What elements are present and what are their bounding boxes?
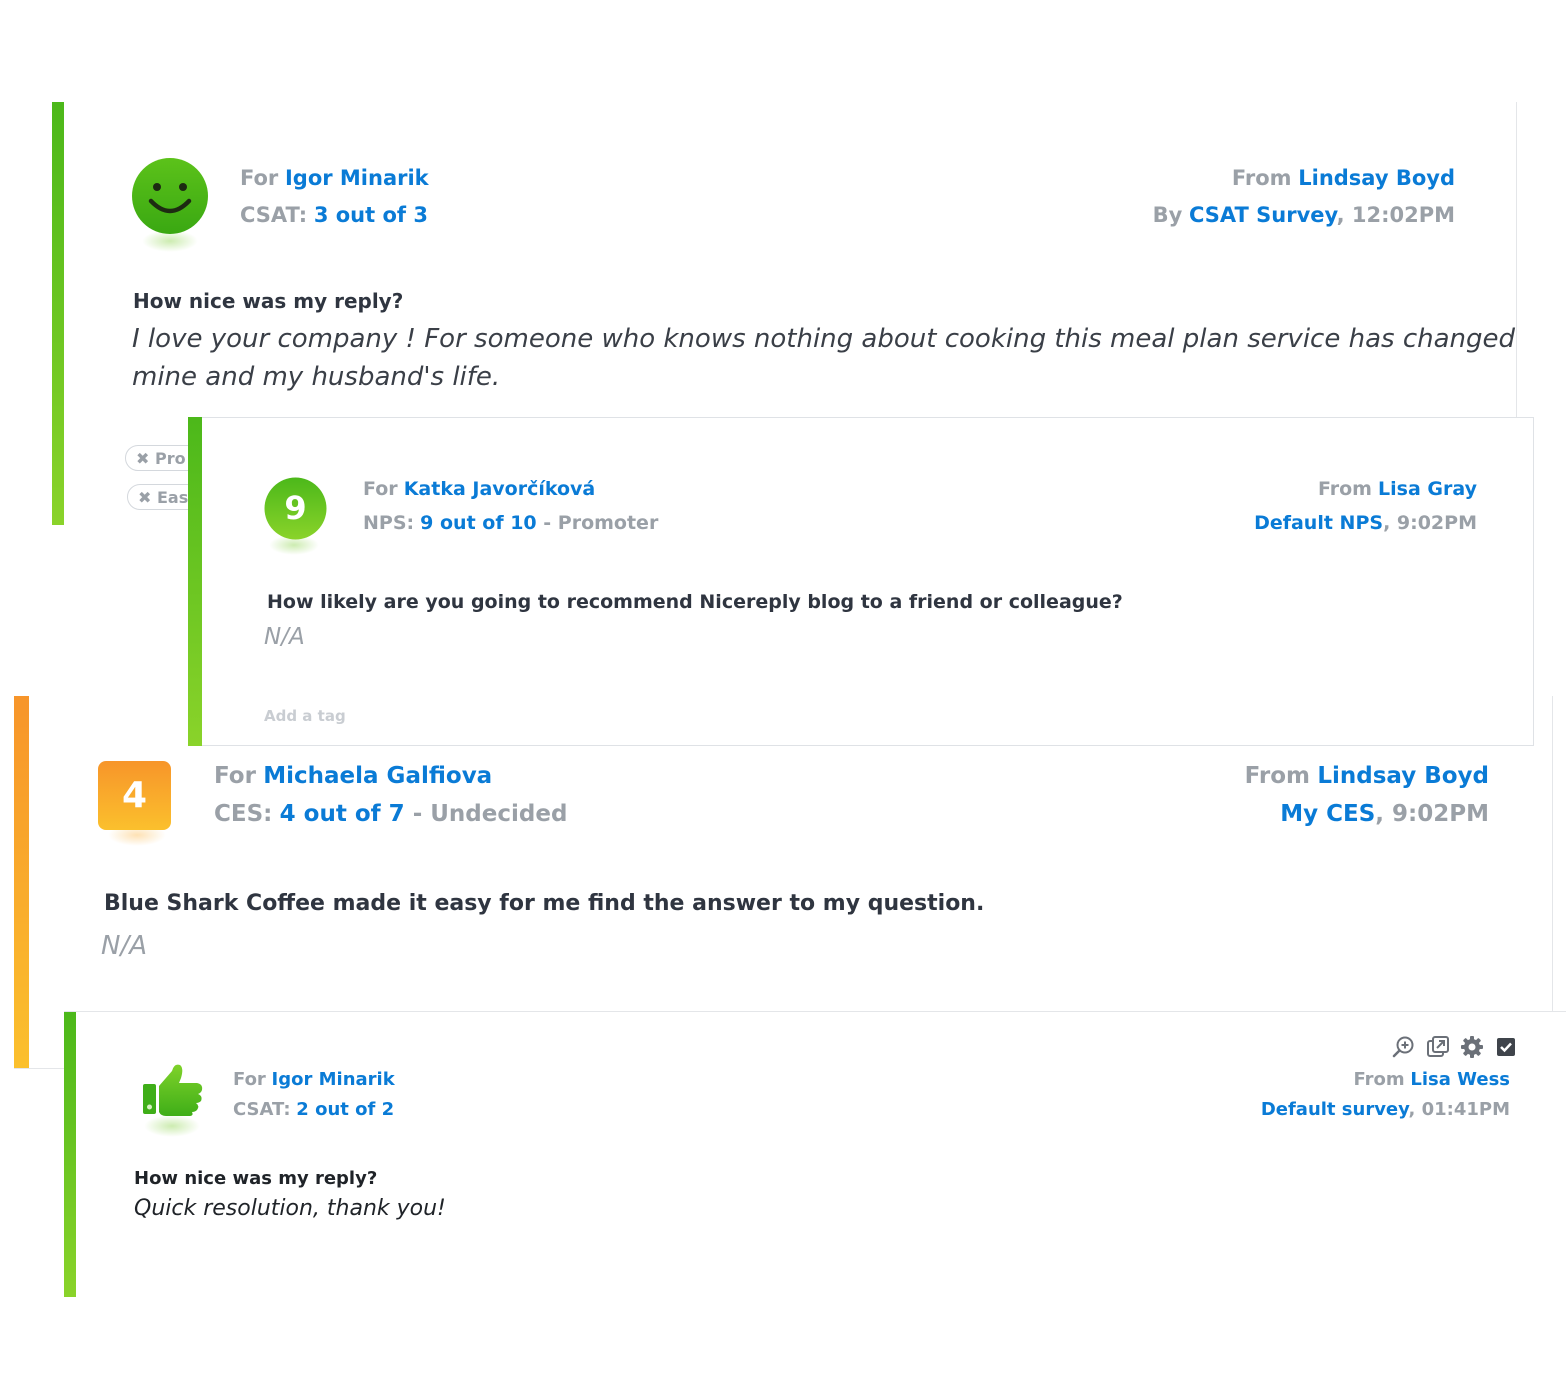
score-category: - Promoter xyxy=(536,512,659,534)
thumbs-up-icon xyxy=(143,1064,203,1116)
score-link[interactable]: 9 out of 10 xyxy=(420,512,537,534)
rating-color-bar xyxy=(188,417,202,746)
for-line: For Igor Minarik xyxy=(240,166,429,190)
agent-link[interactable]: Lisa Gray xyxy=(1378,478,1477,500)
agent-link[interactable]: Lisa Wess xyxy=(1410,1069,1510,1090)
rating-color-bar xyxy=(52,102,64,525)
answer-text: N/A xyxy=(101,931,147,961)
question-text: Blue Shark Coffee made it easy for me fi… xyxy=(104,891,985,916)
agent-link[interactable]: Lindsay Boyd xyxy=(1298,166,1455,190)
answer-line-2: mine and my husband's life. xyxy=(132,362,501,392)
survey-line: My CES, 9:02PM xyxy=(1280,801,1489,827)
gear-icon[interactable] xyxy=(1460,1035,1484,1059)
from-line: From Lindsay Boyd xyxy=(1231,166,1455,190)
rating-color-bar xyxy=(14,696,29,1068)
for-line: For Katka Javorčíková xyxy=(363,478,596,500)
smiley-face-icon xyxy=(132,158,208,234)
timestamp: , 9:02PM xyxy=(1383,512,1477,534)
icon-shadow xyxy=(144,1115,200,1137)
survey-line: By CSAT Survey, 12:02PM xyxy=(1152,203,1455,227)
score-badge-number: 9 xyxy=(284,489,307,527)
open-external-icon[interactable] xyxy=(1426,1035,1450,1059)
survey-link[interactable]: Default survey xyxy=(1261,1099,1409,1120)
score-line: CES: 4 out of 7 - Undecided xyxy=(214,801,568,827)
customer-link[interactable]: Katka Javorčíková xyxy=(404,478,596,500)
survey-line: Default survey, 01:41PM xyxy=(1261,1099,1510,1120)
question-text: How nice was my reply? xyxy=(134,1168,378,1189)
score-line: CSAT: 3 out of 3 xyxy=(240,203,428,227)
score-link[interactable]: 2 out of 2 xyxy=(296,1099,394,1120)
agent-link[interactable]: Lindsay Boyd xyxy=(1317,763,1489,789)
score-line: NPS: 9 out of 10 - Promoter xyxy=(363,512,659,534)
survey-link[interactable]: CSAT Survey xyxy=(1189,203,1337,227)
for-line: For Igor Minarik xyxy=(233,1069,395,1090)
score-link[interactable]: 3 out of 3 xyxy=(314,203,428,227)
answer-text: Quick resolution, thank you! xyxy=(134,1196,446,1221)
score-line: CSAT: 2 out of 2 xyxy=(233,1099,395,1120)
timestamp: , 9:02PM xyxy=(1375,801,1489,827)
from-line: From Lisa Gray xyxy=(1318,478,1477,500)
for-line: For Michaela Galfiova xyxy=(214,763,493,789)
answer-text: N/A xyxy=(264,624,305,650)
answer-line-1: I love your company ! For someone who kn… xyxy=(132,324,1516,354)
score-badge: 4 xyxy=(98,761,171,830)
add-tag-input[interactable]: Add a tag xyxy=(264,707,346,725)
score-category: - Undecided xyxy=(404,801,568,827)
score-link[interactable]: 4 out of 7 xyxy=(280,801,405,827)
timestamp: , 12:02PM xyxy=(1336,203,1455,227)
customer-link[interactable]: Igor Minarik xyxy=(272,1069,395,1090)
from-line: From Lindsay Boyd xyxy=(1244,763,1489,789)
customer-link[interactable]: Michaela Galfiova xyxy=(263,763,492,789)
rating-card-csat-thumbs: For Igor Minarik CSAT: 2 out of 2 From L… xyxy=(64,1011,1566,1297)
question-text: How nice was my reply? xyxy=(133,289,404,313)
rating-card-nps-katka: 9 For Katka Javorčíková NPS: 9 out of 10… xyxy=(188,417,1534,746)
survey-link[interactable]: Default NPS xyxy=(1254,512,1383,534)
timestamp: , 01:41PM xyxy=(1408,1099,1510,1120)
customer-link[interactable]: Igor Minarik xyxy=(285,166,429,190)
question-text: How likely are you going to recommend Ni… xyxy=(267,591,1123,613)
zoom-in-icon[interactable] xyxy=(1392,1035,1416,1059)
survey-link[interactable]: My CES xyxy=(1280,801,1375,827)
from-line: From Lisa Wess xyxy=(1353,1069,1510,1090)
rating-color-bar xyxy=(64,1012,76,1297)
checkbox-icon[interactable] xyxy=(1494,1035,1518,1059)
survey-line: Default NPS, 9:02PM xyxy=(1254,512,1477,534)
